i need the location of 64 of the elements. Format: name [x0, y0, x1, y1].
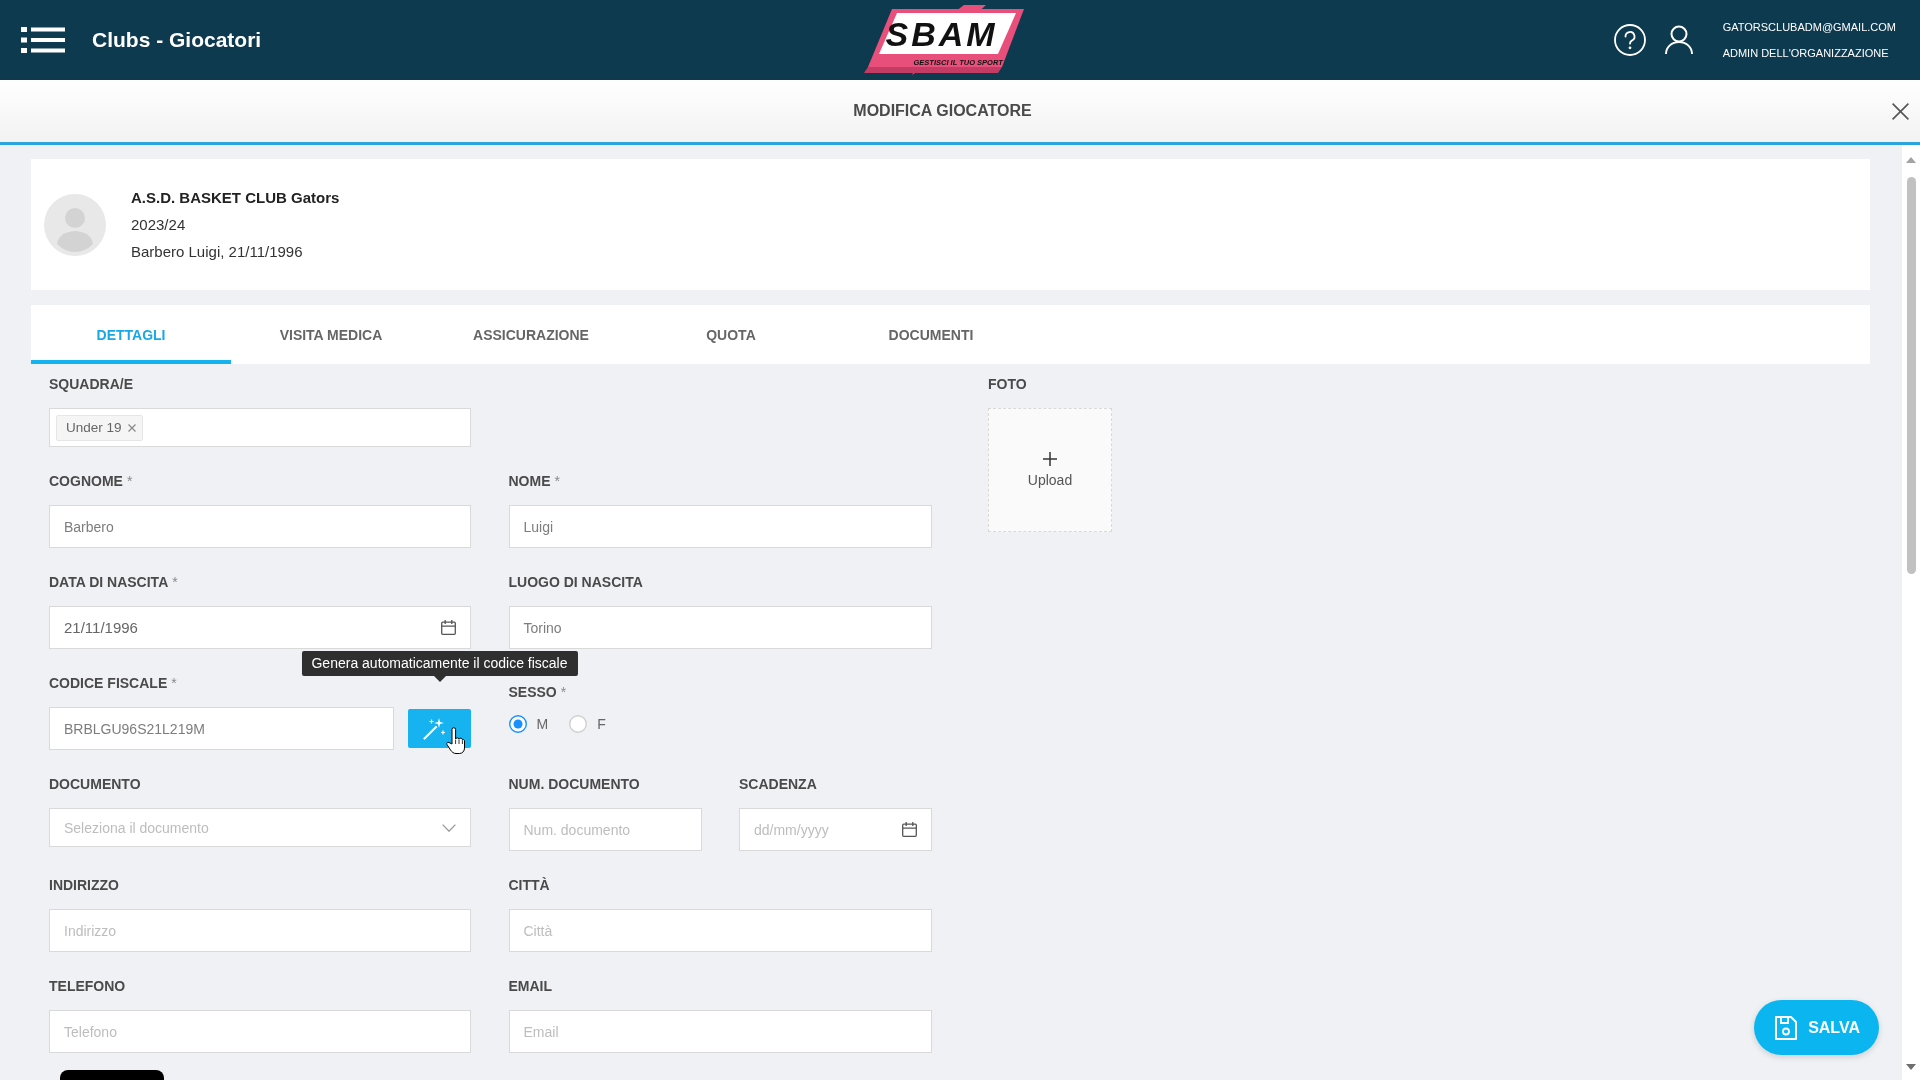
menu-icon[interactable]	[21, 27, 65, 53]
season-text: 2023/24	[131, 215, 187, 235]
field-label: SQUADRA/E	[49, 376, 133, 392]
chevron-down-icon[interactable]	[442, 823, 456, 832]
scroll-down-arrow-icon[interactable]	[1906, 1064, 1916, 1070]
tags-field[interactable]: Under 19	[49, 408, 471, 447]
scrollbar[interactable]	[1902, 145, 1920, 1080]
logo-wordmark: SBAM	[885, 17, 998, 51]
text-field[interactable]: Luigi	[508, 505, 932, 548]
date-field[interactable]: 21/11/1996	[49, 606, 471, 649]
help-icon[interactable]	[1613, 24, 1646, 56]
user-icon[interactable]	[1664, 25, 1693, 55]
club-name: A.S.D. BASKET CLUB Gators	[131, 188, 340, 208]
required-asterisk: *	[126, 473, 133, 489]
close-icon[interactable]	[1892, 102, 1909, 120]
scrollbar-thumb[interactable]	[1906, 177, 1916, 574]
required-asterisk: *	[554, 473, 560, 489]
field-label: NUM. DOCUMENTO	[508, 776, 640, 792]
player-summary: Barbero Luigi, 21/11/1996	[131, 242, 304, 262]
save-button[interactable]: SALVA	[1754, 1000, 1879, 1055]
page-title: Clubs - Giocatori	[92, 28, 262, 52]
avatar-silhouette-icon	[44, 193, 106, 256]
required-asterisk: *	[560, 684, 567, 700]
field-label: INDIRIZZO	[49, 877, 119, 893]
radio-button[interactable]	[569, 715, 588, 733]
text-field[interactable]: Barbero	[49, 505, 471, 548]
required-asterisk: *	[172, 574, 178, 590]
cut-off-button[interactable]	[60, 1070, 164, 1080]
close-icon[interactable]	[127, 423, 136, 432]
tab[interactable]: ASSICURAZIONE	[431, 305, 631, 364]
tooltip-arrow-icon	[433, 676, 446, 682]
calendar-icon[interactable]	[441, 620, 456, 635]
tab[interactable]: QUOTA	[631, 305, 831, 364]
text-field[interactable]: BRBLGU96S21L219M	[49, 707, 394, 750]
field-label: CITTÀ	[508, 877, 550, 893]
text-field[interactable]: Torino	[508, 606, 932, 649]
field-label: COGNOME	[49, 473, 123, 489]
upload-box[interactable]: Upload	[988, 408, 1112, 532]
radio-label: F	[597, 716, 606, 732]
field-label: LUOGO DI NASCITA	[508, 574, 643, 590]
field-label: SCADENZA	[739, 776, 817, 792]
field-label: TELEFONO	[49, 978, 126, 994]
radio-button[interactable]	[508, 715, 527, 733]
field-label: DOCUMENTO	[49, 776, 141, 792]
hand-cursor-icon	[446, 727, 465, 755]
field-label: FOTO	[988, 376, 1027, 392]
tab[interactable]: DETTAGLI	[31, 305, 231, 364]
magic-wand-icon	[422, 717, 445, 740]
user-role: ADMIN DELL'ORGANIZZAZIONE	[1722, 47, 1890, 59]
tag-chip[interactable]: Under 19	[56, 414, 143, 441]
required-asterisk: *	[171, 675, 177, 691]
plus-icon	[1043, 452, 1057, 466]
field-label: SESSO	[508, 684, 557, 700]
field-label: NOME	[508, 473, 551, 489]
tab[interactable]: VISITA MEDICA	[231, 305, 431, 364]
user-email: GATORSCLUBADM@GMAIL.COM	[1722, 21, 1896, 33]
calendar-icon[interactable]	[902, 822, 917, 837]
field-label: EMAIL	[508, 978, 553, 994]
tab[interactable]: DOCUMENTI	[831, 305, 1031, 364]
field-label: DATA DI NASCITA	[49, 574, 169, 590]
dialog-title: MODIFICA GIOCATORE	[853, 102, 1032, 120]
magic-wand-button[interactable]	[408, 709, 471, 748]
radio-label: M	[536, 716, 549, 732]
field-label: CODICE FISCALE	[49, 675, 168, 691]
